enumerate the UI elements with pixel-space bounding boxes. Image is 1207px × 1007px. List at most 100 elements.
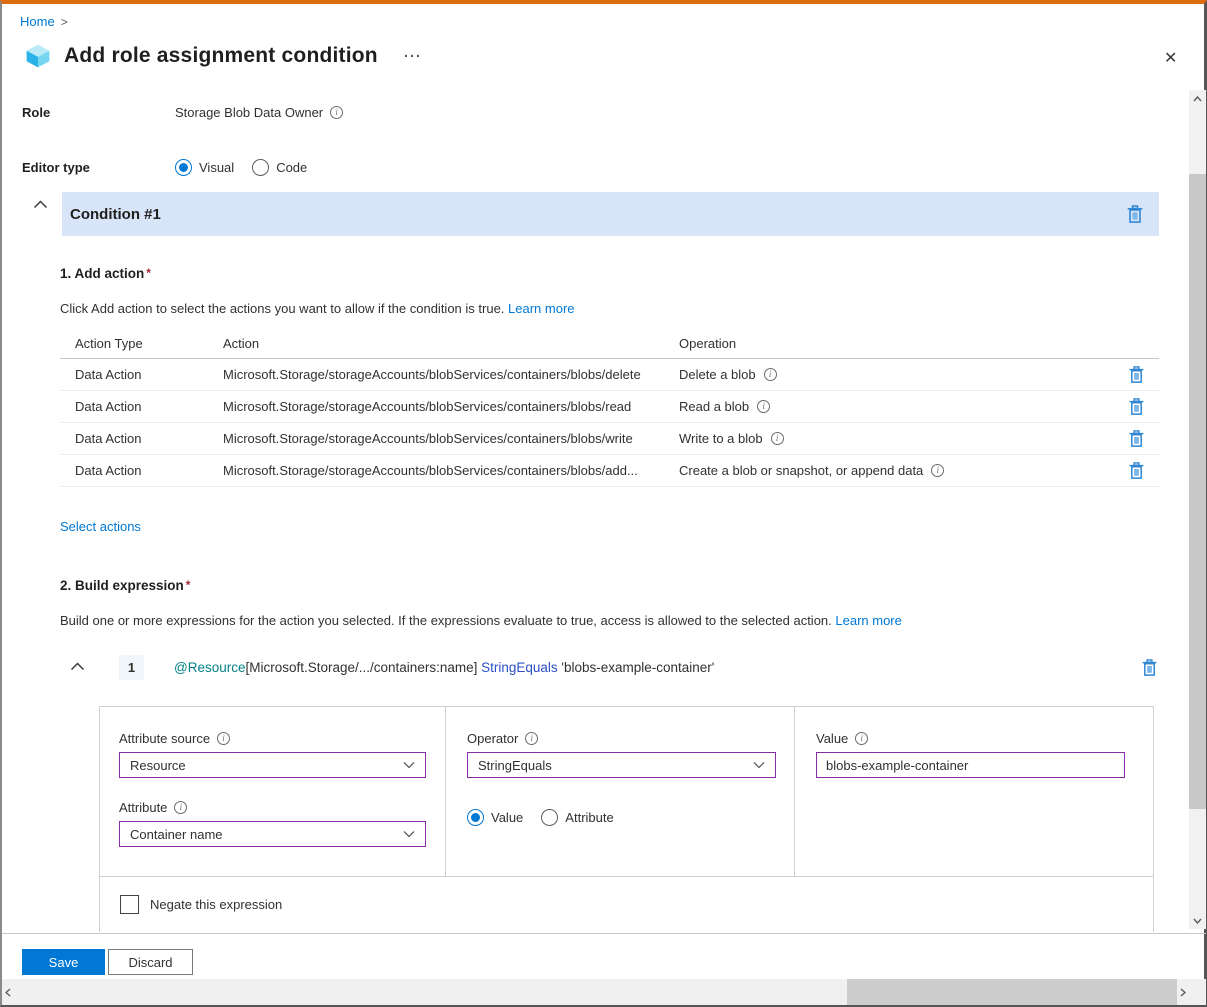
- delete-expression-trash-icon[interactable]: [1140, 657, 1159, 678]
- info-icon[interactable]: i: [855, 732, 868, 745]
- value-input[interactable]: [816, 752, 1125, 778]
- add-action-learn-more-link[interactable]: Learn more: [508, 301, 574, 316]
- table-row: Data Action Microsoft.Storage/storageAcc…: [60, 423, 1159, 455]
- radio-label: Visual: [199, 160, 234, 175]
- footer-divider: [2, 933, 1206, 934]
- info-icon[interactable]: i: [764, 368, 777, 381]
- negate-checkbox[interactable]: [120, 895, 139, 914]
- chevron-down-icon: [403, 830, 415, 838]
- delete-action-trash-icon[interactable]: [1127, 396, 1146, 417]
- cell-action-type: Data Action: [60, 399, 223, 414]
- page-title: Add role assignment condition: [64, 44, 378, 68]
- chevron-down-icon: [403, 761, 415, 769]
- build-expression-description: Build one or more expressions for the ac…: [60, 613, 902, 628]
- scroll-left-icon[interactable]: [5, 979, 11, 1005]
- scrollbar-corner: [1189, 979, 1206, 1005]
- expression-summary-row: 1 @Resource[Microsoft.Storage/.../contai…: [119, 655, 1159, 680]
- expression-collapse-chevron-icon[interactable]: [70, 659, 85, 674]
- attribute-dropdown[interactable]: Container name: [119, 821, 426, 847]
- actions-table-header: Action Type Action Operation: [60, 328, 1159, 359]
- editor-type-visual-radio[interactable]: Visual: [175, 159, 234, 176]
- info-icon[interactable]: i: [174, 801, 187, 814]
- cell-action-type: Data Action: [60, 463, 223, 478]
- vertical-scrollbar[interactable]: [1189, 90, 1206, 929]
- delete-condition-trash-icon[interactable]: [1125, 203, 1145, 225]
- info-icon[interactable]: i: [330, 106, 343, 119]
- condition-collapse-chevron-icon[interactable]: [33, 197, 48, 212]
- build-expression-learn-more-link[interactable]: Learn more: [835, 613, 901, 628]
- info-icon[interactable]: i: [757, 400, 770, 413]
- add-action-description: Click Add action to select the actions y…: [60, 301, 575, 316]
- value-label: Value: [816, 731, 848, 746]
- operator-label: Operator: [467, 731, 518, 746]
- delete-action-trash-icon[interactable]: [1127, 428, 1146, 449]
- condition-title: Condition #1: [70, 206, 1125, 223]
- info-icon[interactable]: i: [217, 732, 230, 745]
- dropdown-value: StringEquals: [478, 758, 753, 773]
- cell-operation: Delete a blob: [679, 367, 756, 382]
- role-label: Role: [22, 105, 175, 120]
- scroll-right-icon[interactable]: [1180, 979, 1186, 1005]
- delete-action-trash-icon[interactable]: [1127, 460, 1146, 481]
- info-icon[interactable]: i: [931, 464, 944, 477]
- attribute-source-column: Attribute source i Resource Attribute i …: [100, 707, 446, 876]
- editor-type-code-radio[interactable]: Code: [252, 159, 307, 176]
- expression-value: 'blobs-example-container': [558, 660, 715, 675]
- editor-type-label: Editor type: [22, 160, 175, 175]
- value-type-value-radio[interactable]: Value: [467, 809, 523, 826]
- page-header: Add role assignment condition ···: [24, 42, 422, 70]
- cell-operation: Read a blob: [679, 399, 749, 414]
- select-actions-link[interactable]: Select actions: [60, 519, 141, 534]
- dropdown-value: Container name: [130, 827, 403, 842]
- required-asterisk: *: [146, 266, 151, 280]
- info-icon[interactable]: i: [771, 432, 784, 445]
- expression-index-badge: 1: [119, 655, 144, 680]
- cell-action: Microsoft.Storage/storageAccounts/blobSe…: [223, 431, 679, 446]
- col-action: Action: [223, 336, 679, 351]
- actions-table: Action Type Action Operation Data Action…: [60, 328, 1159, 487]
- col-action-type: Action Type: [60, 336, 223, 351]
- discard-button[interactable]: Discard: [108, 949, 193, 975]
- radio-label: Value: [491, 810, 523, 825]
- value-column: Value i: [795, 707, 1153, 876]
- scroll-down-icon[interactable]: [1189, 912, 1206, 929]
- condition-header-bar[interactable]: Condition #1: [62, 192, 1159, 236]
- build-expression-heading: 2. Build expression*: [60, 578, 190, 593]
- breadcrumb-home-link[interactable]: Home: [20, 14, 55, 29]
- cell-operation: Write to a blob: [679, 431, 763, 446]
- horizontal-scrollbar[interactable]: [2, 979, 1189, 1005]
- more-menu-button[interactable]: ···: [404, 48, 422, 65]
- table-row: Data Action Microsoft.Storage/storageAcc…: [60, 391, 1159, 423]
- expression-summary: @Resource[Microsoft.Storage/.../containe…: [174, 660, 1140, 675]
- cell-action: Microsoft.Storage/storageAccounts/blobSe…: [223, 399, 679, 414]
- add-action-heading: 1. Add action*: [60, 266, 151, 281]
- scroll-up-icon[interactable]: [1189, 90, 1206, 107]
- attribute-source-label: Attribute source: [119, 731, 210, 746]
- save-button[interactable]: Save: [22, 949, 105, 975]
- cell-action: Microsoft.Storage/storageAccounts/blobSe…: [223, 367, 679, 382]
- operator-column: Operator i StringEquals Value Attribute: [446, 707, 795, 876]
- cell-action: Microsoft.Storage/storageAccounts/blobSe…: [223, 463, 679, 478]
- attribute-source-dropdown[interactable]: Resource: [119, 752, 426, 778]
- horizontal-scrollbar-thumb[interactable]: [847, 979, 1177, 1005]
- table-row: Data Action Microsoft.Storage/storageAcc…: [60, 455, 1159, 487]
- close-icon[interactable]: ✕: [1160, 44, 1181, 72]
- chevron-right-icon: >: [61, 15, 68, 29]
- role-row: Role Storage Blob Data Owner i: [22, 105, 1142, 120]
- negate-label: Negate this expression: [150, 897, 282, 912]
- radio-selected-icon: [467, 809, 484, 826]
- cell-action-type: Data Action: [60, 367, 223, 382]
- attribute-label: Attribute: [119, 800, 167, 815]
- info-icon[interactable]: i: [525, 732, 538, 745]
- table-row: Data Action Microsoft.Storage/storageAcc…: [60, 359, 1159, 391]
- radio-unselected-icon: [252, 159, 269, 176]
- radio-unselected-icon: [541, 809, 558, 826]
- radio-label: Code: [276, 160, 307, 175]
- col-operation: Operation: [679, 336, 1113, 351]
- vertical-scrollbar-thumb[interactable]: [1189, 174, 1206, 809]
- expression-path: [Microsoft.Storage/.../containers:name]: [245, 660, 481, 675]
- delete-action-trash-icon[interactable]: [1127, 364, 1146, 385]
- operator-dropdown[interactable]: StringEquals: [467, 752, 776, 778]
- value-type-attribute-radio[interactable]: Attribute: [541, 809, 613, 826]
- dropdown-value: Resource: [130, 758, 403, 773]
